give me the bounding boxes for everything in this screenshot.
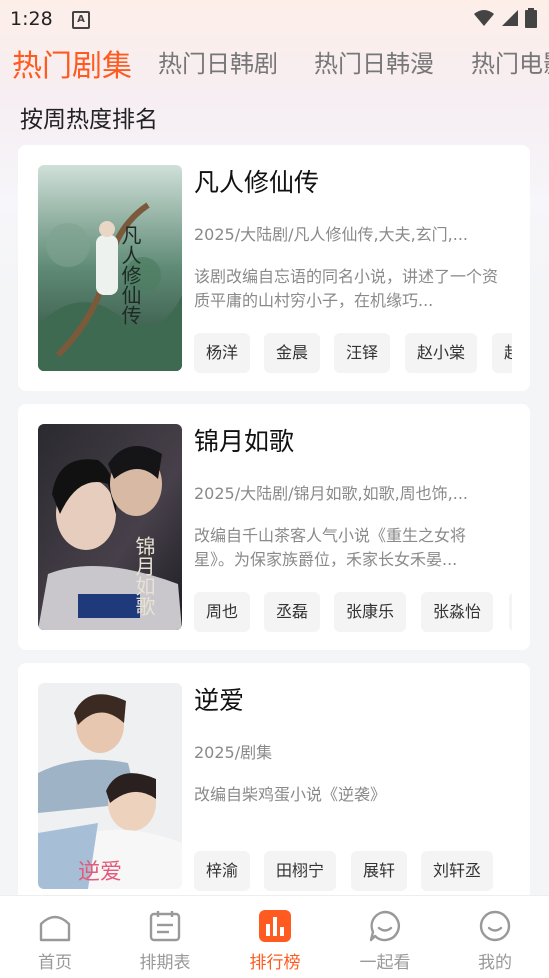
cast-list: 周也 丞磊 张康乐 张淼怡 bbox=[194, 592, 512, 632]
drama-title: 逆爱 bbox=[194, 686, 245, 715]
drama-meta: 2025/大陆剧/锦月如歌,如歌,周也饰,... bbox=[194, 484, 469, 503]
nav-label: 我的 bbox=[478, 953, 512, 973]
status-bar: 1:28 A bbox=[0, 0, 549, 38]
battery-icon bbox=[525, 8, 537, 28]
cast-list: 梓渝 田栩宁 展轩 刘轩丞 bbox=[194, 851, 512, 891]
wifi-icon bbox=[474, 10, 494, 26]
smiley-icon bbox=[479, 910, 511, 942]
cast-list: 杨洋 金晨 汪铎 赵小棠 赵 bbox=[194, 333, 512, 373]
drama-card[interactable]: 锦月如歌 锦月如歌 2025/大陆剧/锦月如歌,如歌,周也饰,... 改编自千山… bbox=[18, 404, 530, 650]
chat-bubble-icon bbox=[369, 910, 400, 942]
poster-title-text: 逆爱 bbox=[78, 860, 122, 885]
cast-chip[interactable] bbox=[509, 592, 512, 632]
nav-schedule[interactable]: 排期表 bbox=[110, 896, 220, 978]
calendar-icon bbox=[149, 911, 181, 942]
poster-title-text: 凡人修仙传 bbox=[118, 225, 142, 325]
cast-chip[interactable]: 金晨 bbox=[264, 333, 321, 373]
cast-chip[interactable]: 张淼怡 bbox=[421, 592, 494, 632]
drama-title: 锦月如歌 bbox=[194, 427, 295, 456]
tab-hot-jk-anime[interactable]: 热门日韩漫 bbox=[314, 44, 434, 79]
cast-chip[interactable]: 赵小棠 bbox=[405, 333, 478, 373]
nav-home[interactable]: 首页 bbox=[0, 896, 110, 978]
nav-label: 排行榜 bbox=[249, 953, 301, 973]
nav-label: 首页 bbox=[38, 953, 72, 973]
bottom-navigation: 首页 排期表 排行榜 一起看 我的 bbox=[0, 895, 549, 978]
cast-chip[interactable]: 张康乐 bbox=[334, 592, 407, 632]
section-subheading: 按周热度排名 bbox=[20, 107, 158, 133]
nav-profile[interactable]: 我的 bbox=[440, 896, 549, 978]
poster-title-text: 锦月如歌 bbox=[132, 536, 156, 616]
tab-hot-series[interactable]: 热门剧集 bbox=[12, 44, 132, 85]
drama-meta: 2025/剧集 bbox=[194, 743, 273, 762]
drama-description: 改编自柴鸡蛋小说《逆袭》 bbox=[194, 785, 387, 804]
signal-icon bbox=[502, 10, 518, 26]
nav-ranking[interactable]: 排行榜 bbox=[220, 896, 330, 978]
poster-image: 锦月如歌 bbox=[38, 424, 182, 630]
poster-image: 逆爱 bbox=[38, 683, 182, 889]
drama-card[interactable]: 逆爱 逆爱 2025/剧集 改编自柴鸡蛋小说《逆袭》 梓渝 田栩宁 展轩 刘轩丞 bbox=[18, 663, 530, 909]
nav-watch-together[interactable]: 一起看 bbox=[330, 896, 440, 978]
drama-meta: 2025/大陆剧/凡人修仙传,大夫,玄门,... bbox=[194, 225, 469, 244]
drama-title: 凡人修仙传 bbox=[194, 168, 320, 197]
cast-chip[interactable]: 展轩 bbox=[351, 851, 408, 891]
cast-chip[interactable]: 赵 bbox=[492, 333, 512, 373]
drama-description: 改编自千山茶客人气小说《重生之女将星》。为保家族爵位，禾家长女禾晏... bbox=[194, 526, 467, 569]
cast-chip[interactable]: 丞磊 bbox=[264, 592, 321, 632]
cast-chip[interactable]: 田栩宁 bbox=[264, 851, 337, 891]
nav-label: 一起看 bbox=[359, 953, 411, 973]
notification-a-icon: A bbox=[72, 11, 90, 29]
cast-chip[interactable]: 梓渝 bbox=[194, 851, 251, 891]
cast-chip[interactable]: 周也 bbox=[194, 592, 251, 632]
drama-description: 该剧改编自忘语的同名小说，讲述了一个资质平庸的山村穷小子，在机缘巧... bbox=[194, 267, 499, 310]
tab-hot-movies[interactable]: 热门电影 bbox=[471, 44, 549, 79]
cast-chip[interactable]: 刘轩丞 bbox=[421, 851, 494, 891]
ranking-icon bbox=[259, 910, 291, 942]
home-icon bbox=[39, 915, 71, 942]
poster-image: 凡人修仙传 bbox=[38, 165, 182, 371]
cast-chip[interactable]: 杨洋 bbox=[194, 333, 251, 373]
nav-label: 排期表 bbox=[139, 953, 191, 973]
category-tabs: 热门剧集 热门日韩剧 热门日韩漫 热门电影 bbox=[0, 44, 549, 88]
cast-chip[interactable]: 汪铎 bbox=[334, 333, 391, 373]
tab-hot-jk-drama[interactable]: 热门日韩剧 bbox=[158, 44, 278, 79]
status-time: 1:28 bbox=[10, 8, 53, 30]
drama-card[interactable]: 凡人修仙传 凡人修仙传 2025/大陆剧/凡人修仙传,大夫,玄门,... 该剧改… bbox=[18, 145, 530, 391]
